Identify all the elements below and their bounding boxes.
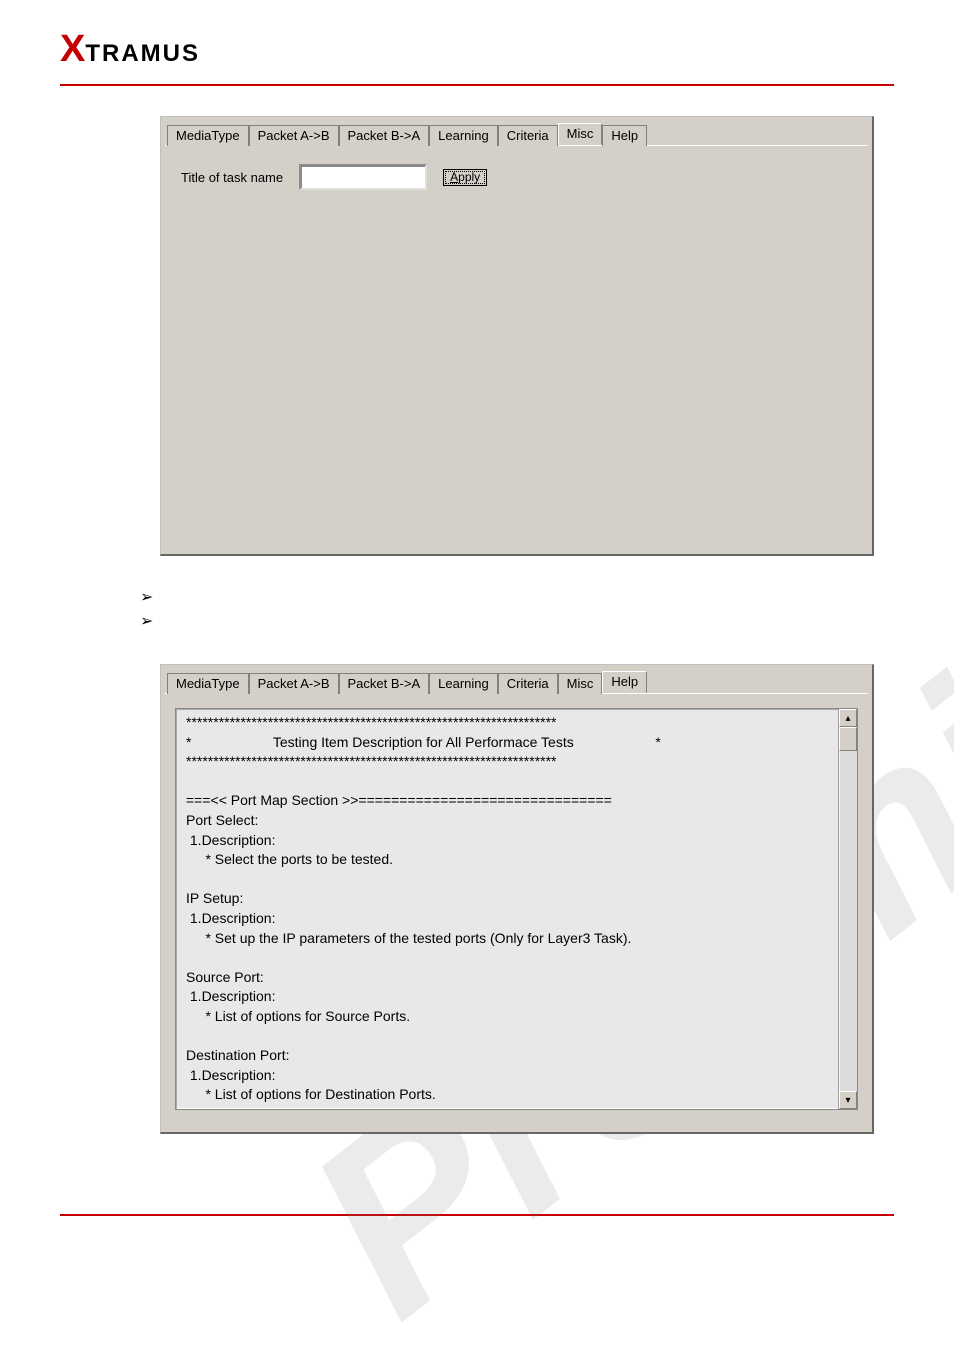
misc-panel: MediaType Packet A->B Packet B->A Learni… xyxy=(160,116,874,556)
page-header: X TRAMUS xyxy=(0,0,954,78)
scroll-up-button[interactable]: ▴ xyxy=(839,709,857,727)
help-textarea[interactable]: ****************************************… xyxy=(175,708,858,1110)
tab-misc-2[interactable]: Misc xyxy=(558,673,603,694)
tab-criteria-2[interactable]: Criteria xyxy=(498,673,558,694)
tab-packet-a-b-2[interactable]: Packet A->B xyxy=(249,673,339,694)
bullet-1: ➢ xyxy=(140,586,894,610)
chevron-down-icon: ▾ xyxy=(845,1095,850,1106)
tab-packet-b-a[interactable]: Packet B->A xyxy=(339,125,430,146)
bullet-list: ➢ ➢ xyxy=(140,586,894,634)
apply-label-rest: pply xyxy=(458,170,480,184)
apply-mnemonic: A xyxy=(450,170,458,184)
tab-help-2[interactable]: Help xyxy=(602,671,647,693)
tab-help[interactable]: Help xyxy=(602,125,647,146)
tab-criteria[interactable]: Criteria xyxy=(498,125,558,146)
misc-content: Title of task name Apply xyxy=(161,146,872,208)
logo: X TRAMUS xyxy=(60,30,894,68)
footer-rule xyxy=(60,1214,894,1216)
apply-button[interactable]: Apply xyxy=(443,169,487,186)
tab-mediatype-2[interactable]: MediaType xyxy=(167,673,249,694)
logo-first-letter: X xyxy=(60,30,87,68)
tab-learning-2[interactable]: Learning xyxy=(429,673,498,694)
logo-rest: TRAMUS xyxy=(85,42,200,66)
tab-misc[interactable]: Misc xyxy=(558,123,603,145)
tab-packet-a-b[interactable]: Packet A->B xyxy=(249,125,339,146)
vertical-scrollbar[interactable]: ▴ ▾ xyxy=(838,709,857,1109)
tab-packet-b-a-2[interactable]: Packet B->A xyxy=(339,673,430,694)
scroll-down-button[interactable]: ▾ xyxy=(839,1091,857,1109)
scroll-thumb[interactable] xyxy=(839,727,857,751)
bullet-2: ➢ xyxy=(140,610,894,634)
help-text: ****************************************… xyxy=(176,709,857,1109)
tab-learning[interactable]: Learning xyxy=(429,125,498,146)
chevron-up-icon: ▴ xyxy=(845,713,850,724)
help-tabs: MediaType Packet A->B Packet B->A Learni… xyxy=(161,665,872,693)
tab-mediatype[interactable]: MediaType xyxy=(167,125,249,146)
misc-tabs: MediaType Packet A->B Packet B->A Learni… xyxy=(161,117,872,145)
help-panel: MediaType Packet A->B Packet B->A Learni… xyxy=(160,664,874,1134)
task-name-input[interactable] xyxy=(299,164,427,190)
title-of-task-name-label: Title of task name xyxy=(181,170,283,185)
